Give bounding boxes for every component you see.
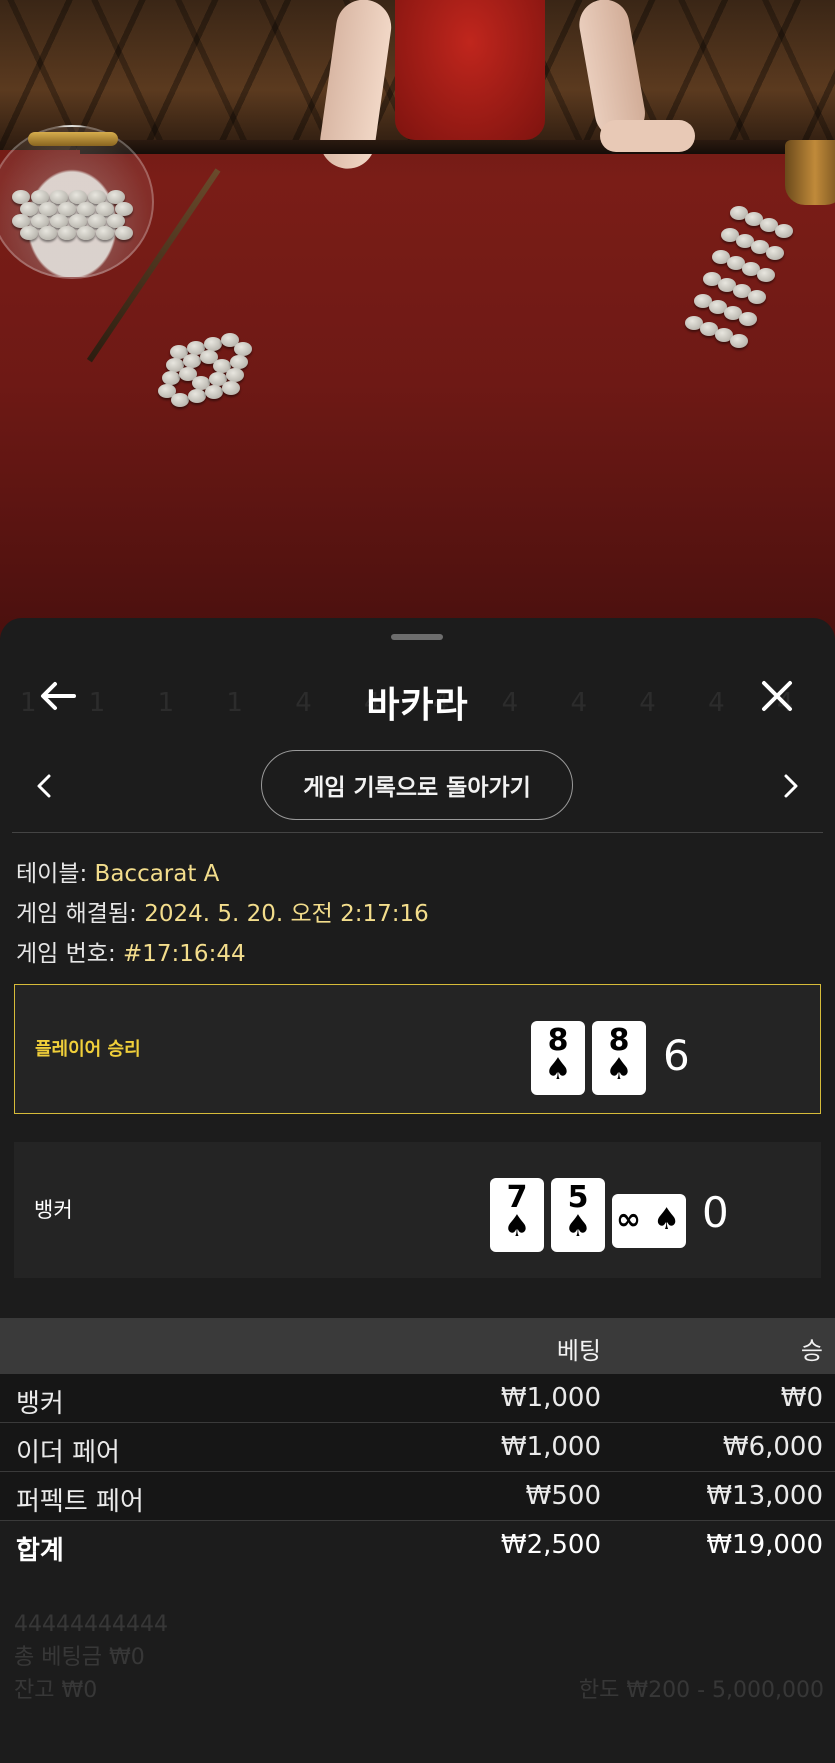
bead-stone — [77, 226, 95, 240]
header: 바카라 — [0, 660, 835, 730]
chevron-left-icon — [37, 774, 51, 798]
bead-stone — [96, 226, 114, 240]
bets-table-header: 베팅 승 — [0, 1318, 835, 1374]
win-amount: ₩6,000 — [722, 1432, 823, 1462]
history-nav: 게임 기록으로 돌아가기 — [0, 750, 835, 822]
spade-icon: ♠ — [544, 1052, 572, 1087]
ghost-line: 44444444444 — [14, 1612, 168, 1637]
bead-stone — [39, 226, 57, 240]
divider — [12, 832, 823, 833]
bets-table: 베팅 승 뱅커 ₩1,000 ₩0 이더 페어 ₩1,000 ₩6,000 퍼펙… — [0, 1318, 835, 1569]
sheet-drag-handle[interactable] — [391, 634, 443, 640]
table-row: 퍼펙트 페어 ₩500 ₩13,000 — [0, 1472, 835, 1521]
bead-stone — [204, 337, 222, 351]
bead-stone — [234, 342, 252, 356]
player-result-label: 플레이어 승리 — [35, 1039, 141, 1060]
playing-card: 5 ♠ — [551, 1178, 605, 1252]
ghost-line: 총 베팅금 ₩0 — [14, 1645, 145, 1670]
bead-stone — [766, 246, 784, 260]
player-score: 6 — [663, 1031, 690, 1080]
table-label: 테이블: — [16, 861, 88, 887]
total-row: 합계 ₩2,500 ₩19,000 — [0, 1521, 835, 1569]
playing-card: 8 ♠ — [531, 1021, 585, 1095]
bead-stone — [171, 393, 189, 407]
banker-result-label: 뱅커 — [34, 1198, 73, 1222]
bead-stone — [222, 381, 240, 395]
bead-stone — [183, 354, 201, 368]
dealer-hand — [600, 120, 695, 152]
bead-stone — [775, 224, 793, 238]
close-button[interactable] — [749, 668, 805, 724]
live-video-feed — [0, 0, 835, 640]
bet-name: 이더 페어 — [16, 1438, 120, 1468]
playing-card-sideways: ∞ ♠ — [612, 1194, 686, 1248]
bet-column-header: 베팅 — [556, 1337, 601, 1365]
table-info: 테이블: Baccarat A — [16, 854, 219, 888]
close-icon — [762, 681, 792, 711]
spade-icon: ♠ — [503, 1209, 531, 1244]
resolved-label: 게임 해결됨: — [16, 901, 137, 927]
table-value: Baccarat A — [94, 861, 220, 887]
bead-stone — [748, 290, 766, 304]
background-status-ghost: 44444444444 총 베팅금 ₩0 잔고 ₩0 한도 ₩200 - 5,0… — [14, 1608, 824, 1707]
bet-name: 뱅커 — [16, 1389, 64, 1419]
win-amount: ₩13,000 — [706, 1481, 823, 1511]
game-number-label: 게임 번호: — [16, 941, 116, 967]
bead-stone — [230, 355, 248, 369]
card-rank: ∞ — [616, 1202, 641, 1237]
win-column-header: 승 — [800, 1337, 823, 1365]
bead-stone — [115, 226, 133, 240]
bead-stone — [20, 226, 38, 240]
bead-stone — [205, 385, 223, 399]
player-result: 플레이어 승리 8 ♠ 8 ♠ 6 — [14, 984, 821, 1114]
bead-stone — [730, 334, 748, 348]
page-title: 바카라 — [366, 685, 469, 726]
bead-stone — [162, 371, 180, 385]
table-row: 이더 페어 ₩1,000 ₩6,000 — [0, 1423, 835, 1472]
total-label: 합계 — [16, 1536, 64, 1566]
table-row: 뱅커 ₩1,000 ₩0 — [0, 1374, 835, 1423]
brass-cup — [785, 140, 835, 205]
banker-result: 뱅커 7 ♠ 5 ♠ ∞ ♠ 0 — [14, 1142, 821, 1278]
playing-card: 7 ♠ — [490, 1178, 544, 1252]
game-detail-sheet: 1 1 1 1 4 4 4 4 4 4 4 4 4 3 3 3 1 1 바카라 … — [0, 618, 835, 1763]
bet-amount: ₩1,000 — [500, 1432, 601, 1462]
bead-stone — [739, 312, 757, 326]
playing-card: 8 ♠ — [592, 1021, 646, 1095]
prev-game-button[interactable] — [22, 764, 66, 808]
spade-icon: ♠ — [653, 1202, 680, 1237]
bet-name: 퍼펙트 페어 — [16, 1487, 144, 1517]
bead-stone — [58, 226, 76, 240]
banker-score: 0 — [702, 1188, 729, 1237]
dealer — [395, 0, 545, 140]
spade-icon: ♠ — [564, 1209, 592, 1244]
spade-icon: ♠ — [605, 1052, 633, 1087]
chevron-right-icon — [784, 774, 798, 798]
bet-amount: ₩1,000 — [500, 1383, 601, 1413]
table-rail — [80, 140, 835, 154]
resolved-value: 2024. 5. 20. 오전 2:17:16 — [144, 901, 429, 927]
total-bet: ₩2,500 — [500, 1530, 601, 1560]
ghost-limit: 한도 ₩200 - 5,000,000 — [578, 1678, 824, 1703]
back-to-history-button[interactable]: 게임 기록으로 돌아가기 — [261, 750, 573, 820]
win-amount: ₩0 — [780, 1383, 823, 1413]
game-number-info: 게임 번호: #17:16:44 — [16, 934, 246, 968]
bet-amount: ₩500 — [525, 1481, 601, 1511]
bowl-handle — [28, 132, 118, 146]
bead-stone — [757, 268, 775, 282]
resolved-info: 게임 해결됨: 2024. 5. 20. 오전 2:17:16 — [16, 894, 429, 928]
game-number-value: #17:16:44 — [123, 941, 246, 967]
total-win: ₩19,000 — [706, 1530, 823, 1560]
next-game-button[interactable] — [769, 764, 813, 808]
bead-stone — [226, 368, 244, 382]
bead-stone — [188, 389, 206, 403]
